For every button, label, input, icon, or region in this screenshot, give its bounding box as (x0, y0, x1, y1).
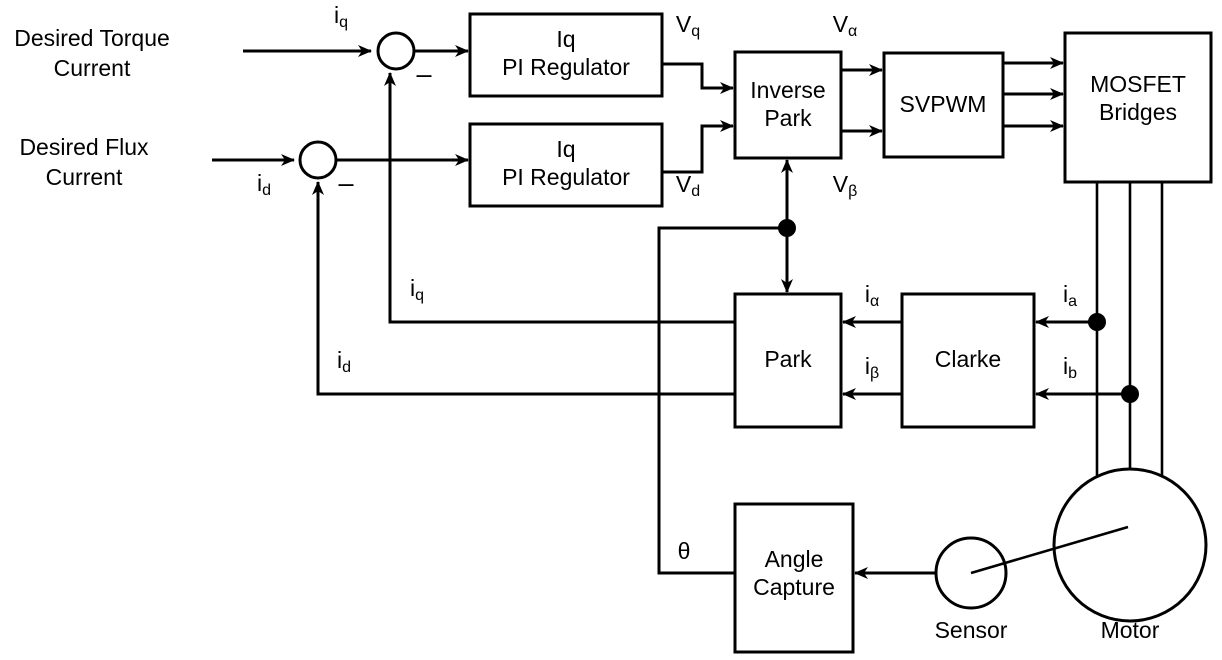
minus-sign-id: – (338, 168, 353, 198)
junction-dot-ib (1121, 385, 1139, 403)
input-label-desired-flux-current: Desired Flux Current (19, 134, 149, 190)
inverse-park-line1: Inverse (750, 77, 825, 103)
inverse-park-line2: Park (764, 105, 812, 131)
iq-pi-regulator-line2: PI Regulator (502, 54, 630, 80)
label-ib: ib (1063, 353, 1077, 382)
iq-pi-regulator-line1: Iq (556, 26, 575, 52)
mosfet-bridges-line2: Bridges (1099, 99, 1177, 125)
angle-capture-line1: Angle (765, 546, 824, 572)
angle-capture-line2: Capture (753, 574, 835, 600)
label-vq: Vq (676, 11, 700, 40)
junction-dot-theta (778, 219, 796, 237)
motor-circle[interactable] (1052, 467, 1208, 623)
desired-flux-current-line2: Current (46, 164, 123, 190)
id-pi-regulator-line1: Iq (556, 136, 575, 162)
wire-vd-to-inverse-park (662, 120, 734, 174)
label-id-reference: id (257, 170, 271, 199)
id-pi-regulator-line2: PI Regulator (502, 164, 630, 190)
sensor-label: Sensor (935, 617, 1008, 643)
label-iq-feedback: iq (410, 275, 424, 304)
label-ia: ia (1063, 281, 1077, 310)
park-label: Park (764, 346, 812, 372)
desired-flux-current-line1: Desired Flux (19, 134, 149, 160)
motor-label: Motor (1101, 617, 1160, 643)
label-valpha: Vα (833, 11, 858, 40)
minus-sign-iq: – (416, 59, 431, 89)
diagram-canvas: Desired Torque Current Desired Flux Curr… (14, 2, 1213, 654)
junction-dot-ia (1088, 313, 1106, 331)
wire-vq-to-inverse-park (662, 62, 734, 94)
label-vd: Vd (676, 171, 700, 200)
label-ibeta: iβ (865, 353, 879, 382)
foc-block-diagram: Desired Torque Current Desired Flux Curr… (0, 0, 1222, 660)
wire-id-feedback (312, 181, 735, 396)
label-ialpha: iα (865, 281, 879, 310)
svpwm-label: SVPWM (900, 91, 987, 117)
label-id-feedback: id (337, 347, 351, 376)
clarke-label: Clarke (935, 346, 1001, 372)
desired-torque-current-line2: Current (54, 55, 131, 81)
sum-junction-id[interactable] (298, 140, 338, 180)
mosfet-bridges-line1: MOSFET (1090, 71, 1186, 97)
label-iq-reference: iq (334, 2, 348, 31)
input-label-desired-torque-current: Desired Torque Current (14, 25, 170, 81)
sum-junction-iq[interactable] (376, 31, 416, 71)
label-vbeta: Vβ (833, 171, 858, 200)
desired-torque-current-line1: Desired Torque (14, 25, 170, 51)
label-theta: θ (678, 538, 691, 564)
